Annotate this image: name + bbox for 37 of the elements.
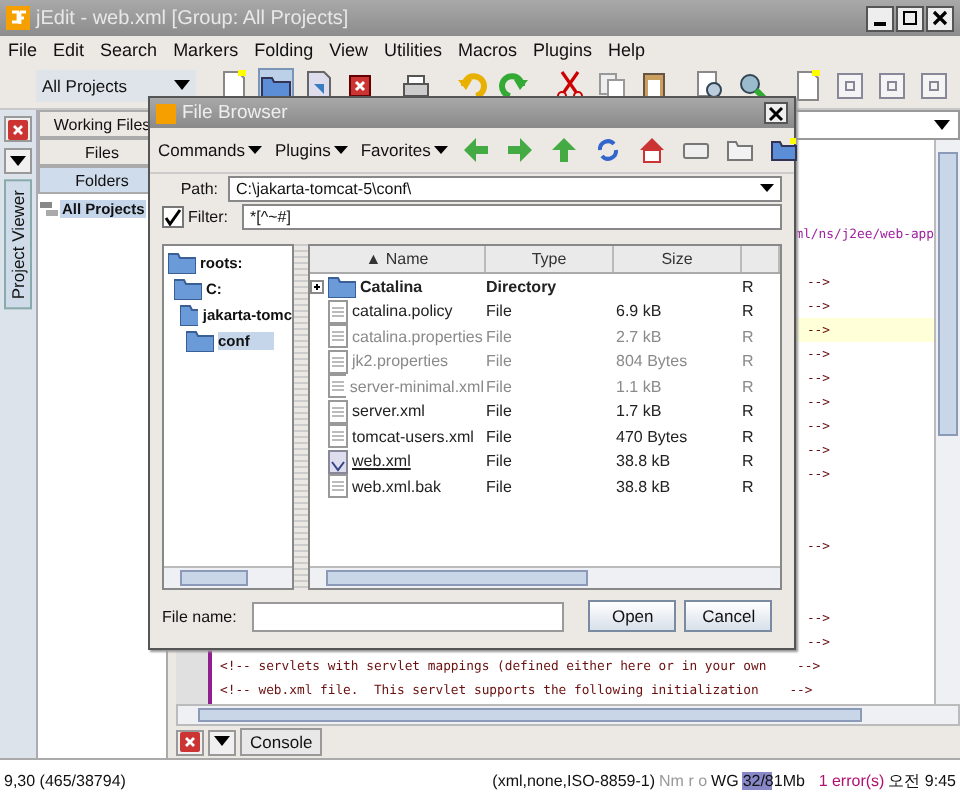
- path-label: Path:: [178, 180, 218, 198]
- table-cell: 1.1 kB: [616, 377, 662, 396]
- table-cell: R: [742, 277, 754, 296]
- window-title: jEdit - web.xml [Group: All Projects]: [36, 7, 349, 29]
- table-cell-text: File: [484, 302, 514, 321]
- table-cell: R: [742, 452, 754, 471]
- table-cell: R: [742, 377, 754, 396]
- table-cell: 1.7 kB: [616, 402, 662, 421]
- table-cell-text: File: [484, 427, 514, 446]
- table-cell-text: File: [484, 477, 514, 496]
- buffer-mode: (xml,none,ISO-8859-1): [492, 771, 656, 789]
- table-cell-text: Directory: [484, 277, 559, 296]
- file-name-label: File name:: [162, 607, 237, 625]
- table-cell: R: [742, 327, 754, 346]
- table-cell-text: File: [484, 377, 514, 396]
- table-cell: 2.7 kB: [616, 327, 662, 346]
- table-cell: R: [742, 402, 754, 421]
- table-cell: 38.8 kB: [616, 452, 671, 471]
- table-cell-text: File: [484, 327, 514, 346]
- table-cell: R: [742, 352, 754, 371]
- filter-label: Filter:: [188, 208, 230, 226]
- memory-meter: 32/81Mb: [742, 771, 807, 789]
- table-cell-text: File: [484, 402, 514, 421]
- clock: 오전 9:45: [888, 769, 956, 791]
- table-cell-text: File: [484, 352, 514, 371]
- table-cell: 6.9 kB: [616, 302, 662, 321]
- wrap-indicator: WG: [711, 771, 739, 789]
- table-cell: 470 Bytes: [616, 427, 688, 446]
- table-cell: R: [742, 477, 754, 496]
- table-cell: 804 Bytes: [616, 352, 688, 371]
- dialog-title: File Browser: [182, 102, 288, 124]
- table-cell: R: [742, 427, 754, 446]
- table-cell: R: [742, 302, 754, 321]
- table-cell: 38.8 kB: [616, 477, 671, 496]
- caret-position: 9,30 (465/38794): [4, 771, 126, 789]
- buffer-flags: Nm r o: [659, 771, 708, 789]
- table-cell-text: File: [484, 452, 514, 471]
